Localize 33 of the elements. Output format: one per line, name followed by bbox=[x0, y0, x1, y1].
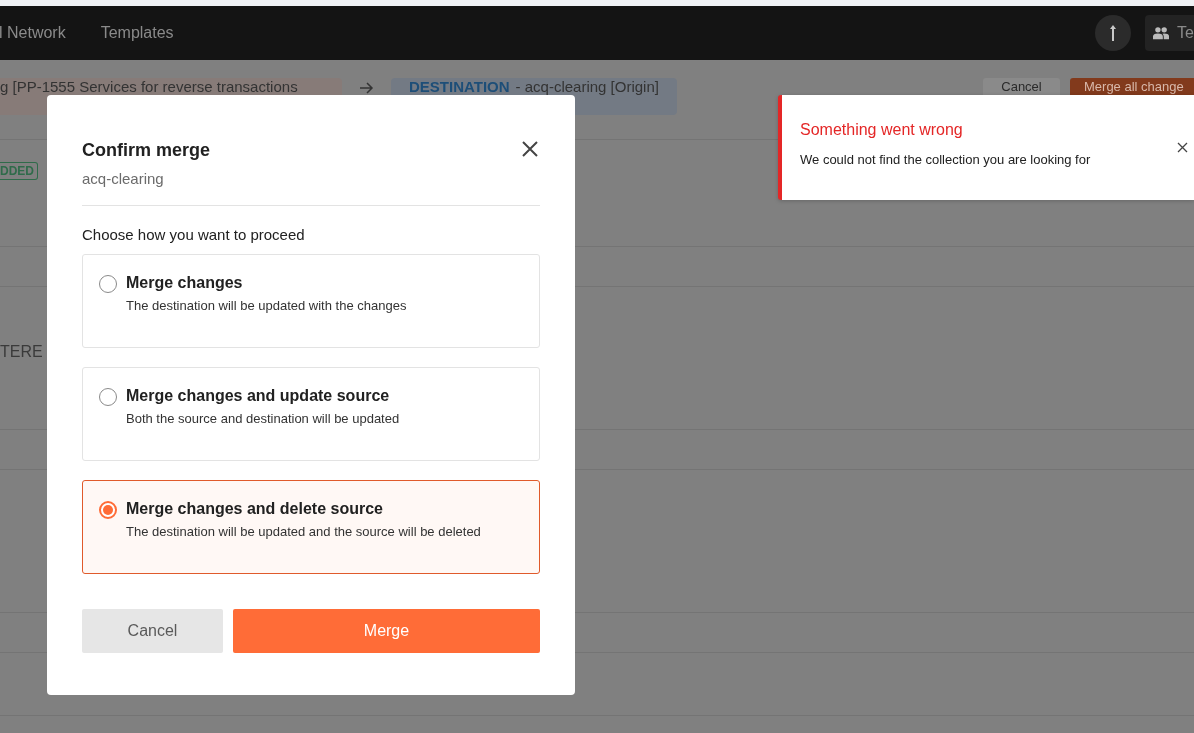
radio-button[interactable] bbox=[99, 501, 117, 519]
option-title: Merge changes bbox=[126, 274, 244, 292]
dialog-title: Confirm merge bbox=[82, 140, 211, 161]
upload-button[interactable] bbox=[1095, 15, 1131, 51]
option-description: The destination will be updated with the changes bbox=[126, 298, 407, 313]
arrow-right-icon bbox=[360, 82, 374, 94]
radio-button[interactable] bbox=[99, 388, 117, 406]
dialog-prompt: Choose how you want to proceed bbox=[82, 226, 306, 243]
cancel-button[interactable]: Cancel bbox=[82, 609, 223, 653]
status-badge: DDED bbox=[0, 162, 38, 180]
people-icon bbox=[1153, 26, 1170, 40]
option-description: The destination will be updated and the source will be deleted bbox=[126, 524, 481, 539]
close-icon bbox=[522, 141, 538, 157]
close-icon bbox=[1176, 142, 1188, 153]
option-title: Merge changes and update source bbox=[126, 387, 391, 405]
arrow-up-icon bbox=[1109, 24, 1117, 42]
merge-option-card[interactable]: Merge changes The destination will be updated with the changes bbox=[82, 254, 540, 348]
option-description: Both the source and destination will be updated bbox=[126, 411, 400, 426]
nav-link[interactable]: l Network bbox=[0, 24, 66, 42]
merge-option-card[interactable]: Merge changes and update source Both the source and destination will be updated bbox=[82, 367, 540, 461]
merge-option-card[interactable]: Merge changes and delete source The destination will be updated and the source will be deleted bbox=[82, 480, 540, 574]
option-title: Merge changes and delete source bbox=[126, 500, 384, 518]
close-button[interactable] bbox=[1176, 141, 1188, 153]
toast-message: We could not find the collection you are looking for bbox=[800, 152, 1092, 167]
nav-link[interactable]: Templates bbox=[100, 24, 174, 42]
team-button[interactable]: Te bbox=[1145, 15, 1194, 51]
destination-name: - acq-clearing [Origin] bbox=[515, 80, 659, 94]
radio-button[interactable] bbox=[99, 275, 117, 293]
dialog-subtitle: acq-clearing bbox=[82, 170, 165, 187]
row-label: TERE bbox=[0, 343, 43, 361]
destination-label: DESTINATION bbox=[409, 80, 510, 94]
toast-title: Something went wrong bbox=[800, 121, 964, 139]
close-button[interactable] bbox=[521, 141, 539, 159]
